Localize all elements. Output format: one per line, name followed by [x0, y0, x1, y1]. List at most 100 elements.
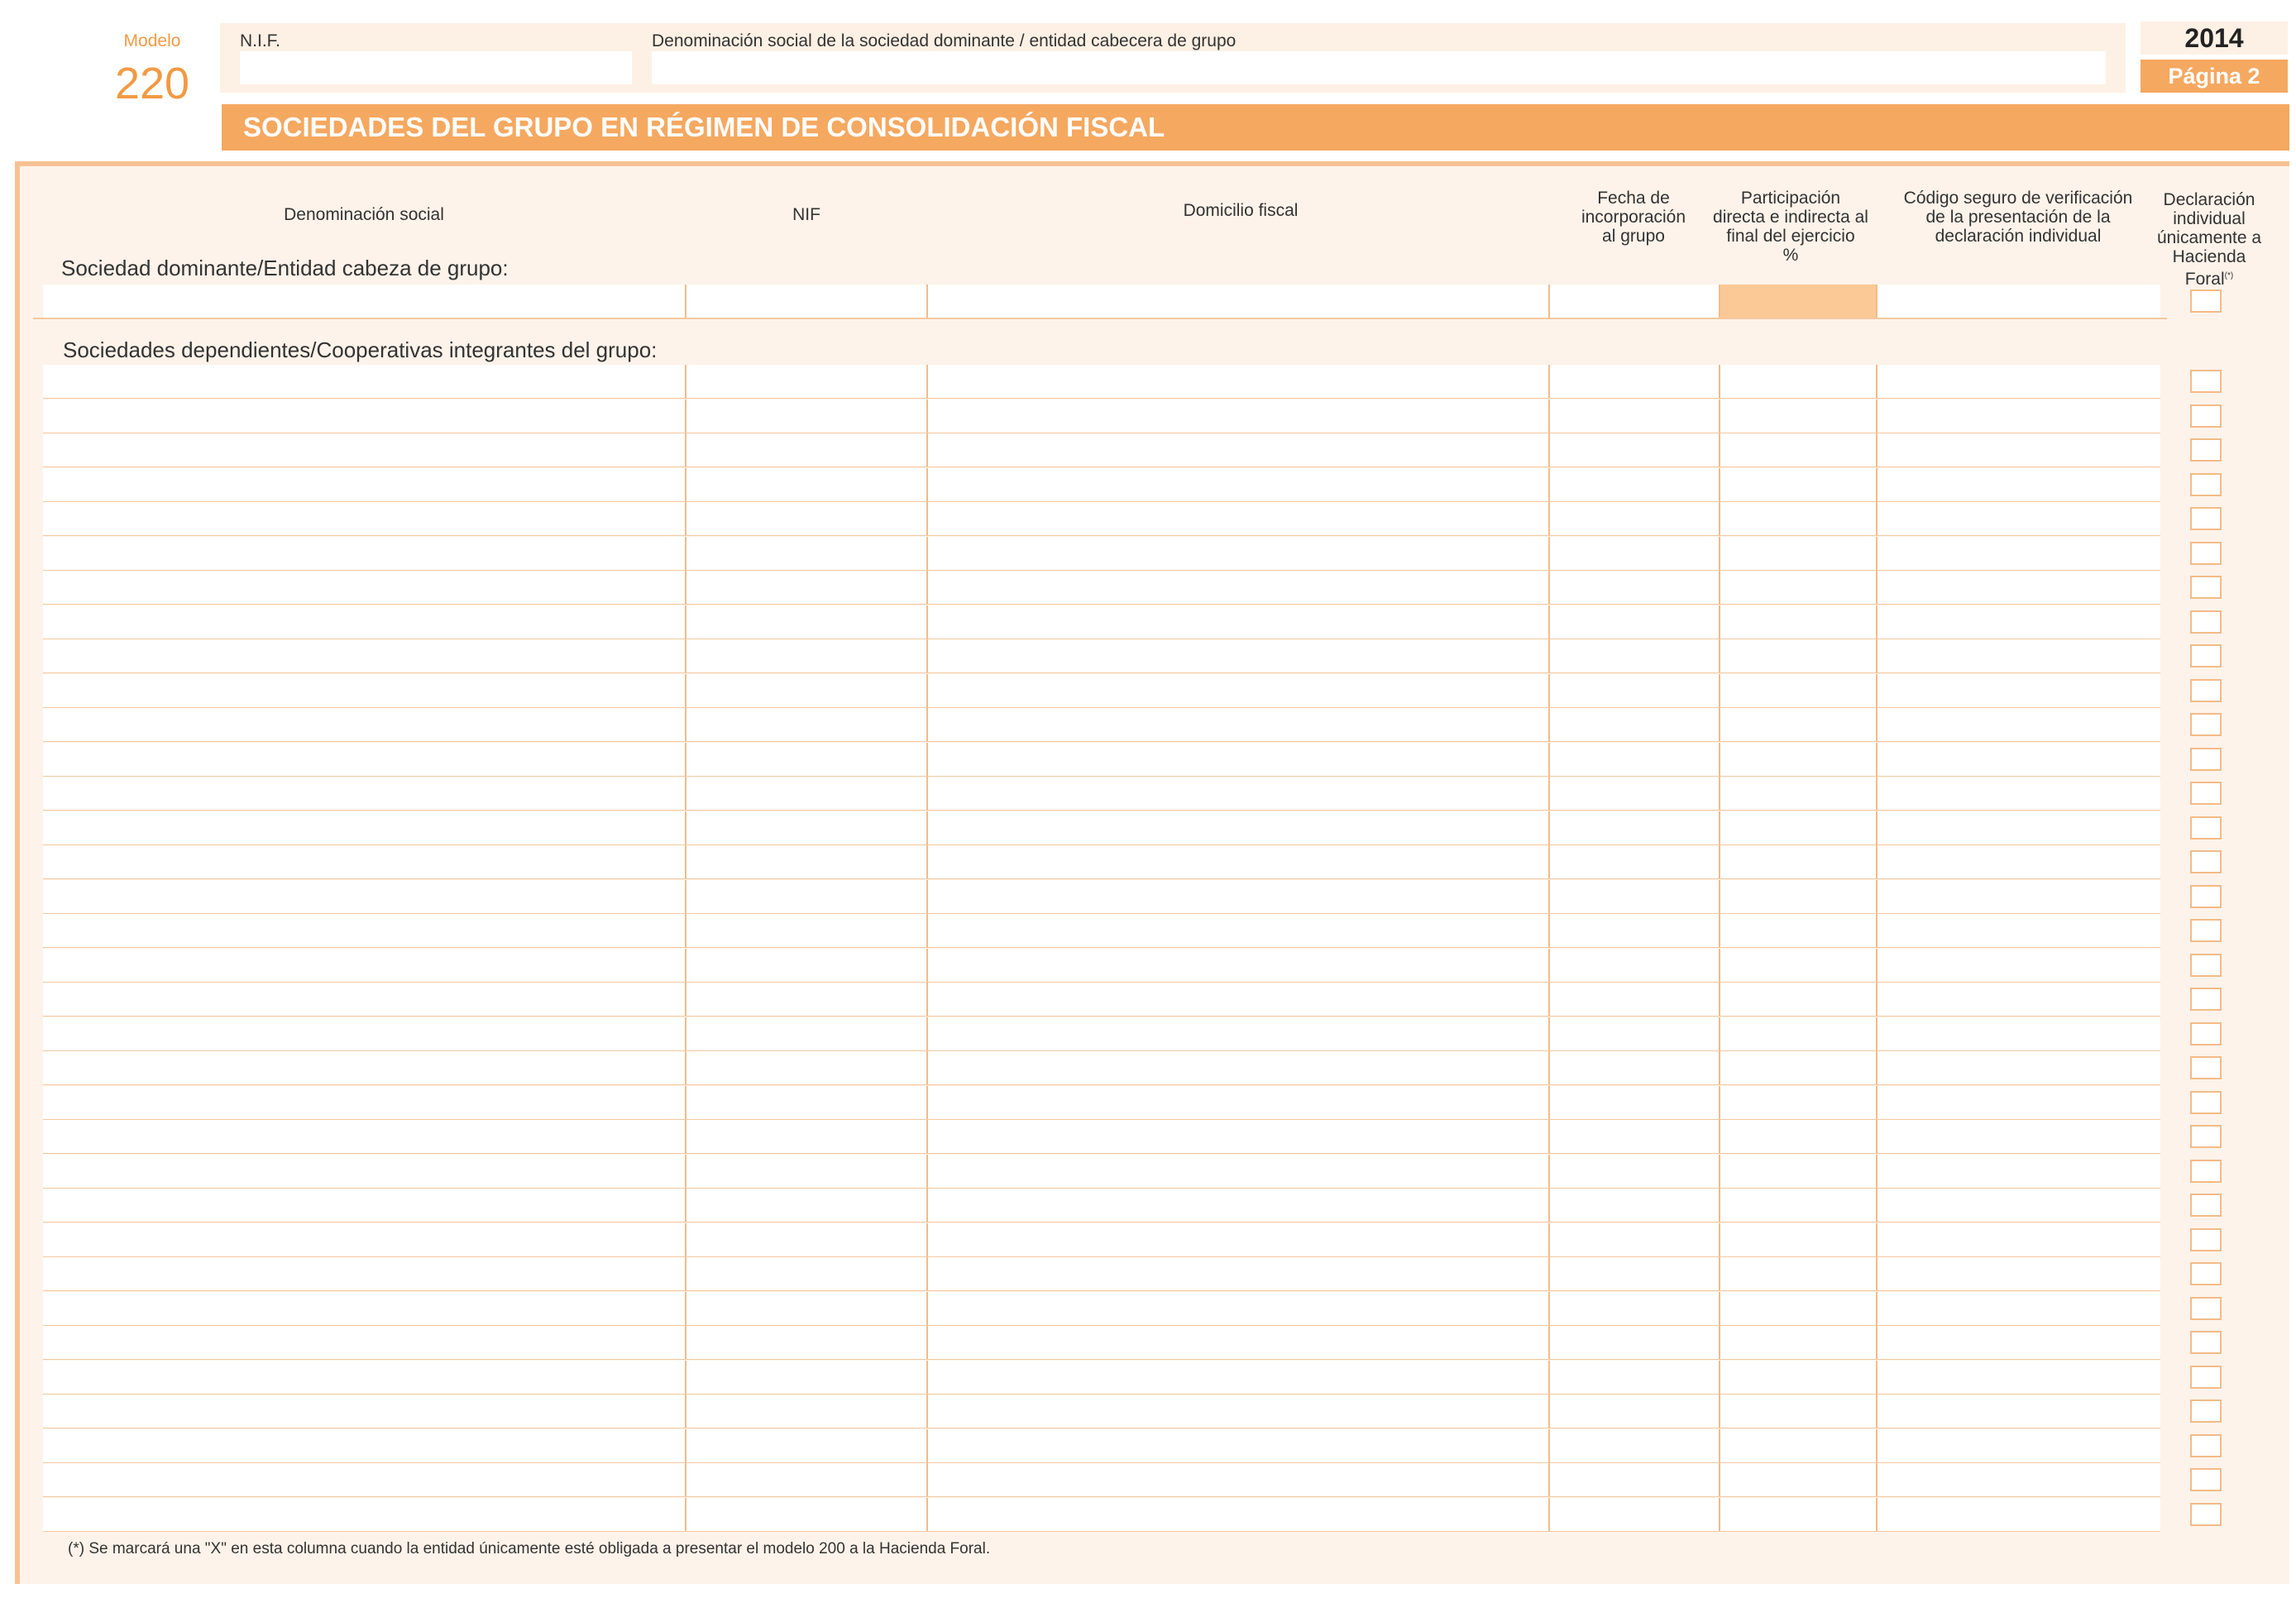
cell-codigo[interactable] — [1876, 433, 2160, 466]
hacienda-foral-checkbox[interactable] — [2190, 1262, 2222, 1285]
cell-nif[interactable] — [685, 365, 926, 398]
cell-domicilio[interactable] — [926, 708, 1548, 741]
cell-codigo[interactable] — [1876, 400, 2160, 433]
hacienda-foral-checkbox[interactable] — [2190, 679, 2222, 702]
hacienda-foral-checkbox[interactable] — [2190, 885, 2222, 908]
cell-fecha[interactable] — [1548, 1086, 1719, 1119]
cell-domicilio[interactable] — [926, 949, 1548, 982]
cell-fecha[interactable] — [1548, 285, 1719, 318]
cell-codigo[interactable] — [1876, 502, 2160, 535]
cell-participacion[interactable] — [1719, 571, 1876, 604]
cell-denominacion[interactable] — [43, 1429, 685, 1462]
cell-denominacion[interactable] — [43, 639, 685, 672]
hacienda-foral-checkbox[interactable] — [2190, 954, 2222, 977]
cell-participacion[interactable] — [1719, 433, 1876, 466]
cell-nif[interactable] — [685, 1292, 926, 1325]
cell-codigo[interactable] — [1876, 537, 2160, 570]
cell-denominacion[interactable] — [43, 571, 685, 604]
cell-nif[interactable] — [685, 777, 926, 810]
cell-denominacion[interactable] — [43, 1086, 685, 1119]
hacienda-foral-checkbox[interactable] — [2190, 850, 2222, 873]
cell-participacion[interactable] — [1719, 914, 1876, 947]
cell-participacion[interactable] — [1719, 674, 1876, 707]
cell-participacion[interactable] — [1719, 708, 1876, 741]
cell-fecha[interactable] — [1548, 1155, 1719, 1188]
cell-denominacion[interactable] — [43, 777, 685, 810]
cell-nif[interactable] — [685, 1395, 926, 1428]
cell-denominacion[interactable] — [43, 1463, 685, 1496]
cell-participacion[interactable] — [1719, 537, 1876, 570]
cell-denominacion[interactable] — [43, 365, 685, 398]
hacienda-foral-checkbox[interactable] — [2190, 576, 2222, 599]
hacienda-foral-checkbox[interactable] — [2190, 1503, 2222, 1526]
cell-participacion[interactable] — [1719, 1223, 1876, 1256]
hacienda-foral-checkbox[interactable] — [2190, 1160, 2222, 1183]
cell-fecha[interactable] — [1548, 605, 1719, 639]
cell-codigo[interactable] — [1876, 1189, 2160, 1222]
cell-nif[interactable] — [685, 433, 926, 466]
cell-domicilio[interactable] — [926, 605, 1548, 639]
cell-nif[interactable] — [685, 468, 926, 501]
cell-fecha[interactable] — [1548, 1223, 1719, 1256]
cell-codigo[interactable] — [1876, 949, 2160, 982]
cell-domicilio[interactable] — [926, 1257, 1548, 1290]
cell-domicilio[interactable] — [926, 845, 1548, 878]
cell-nif[interactable] — [685, 1223, 926, 1256]
cell-denominacion[interactable] — [43, 468, 685, 501]
cell-nif[interactable] — [685, 571, 926, 604]
cell-codigo[interactable] — [1876, 285, 2160, 318]
cell-nif[interactable] — [685, 708, 926, 741]
cell-codigo[interactable] — [1876, 1051, 2160, 1084]
denominacion-input[interactable] — [652, 51, 2106, 84]
cell-codigo[interactable] — [1876, 1326, 2160, 1359]
hacienda-foral-checkbox[interactable] — [2190, 1468, 2222, 1491]
cell-domicilio[interactable] — [926, 674, 1548, 707]
cell-fecha[interactable] — [1548, 914, 1719, 947]
cell-participacion[interactable] — [1719, 1463, 1876, 1496]
cell-nif[interactable] — [685, 880, 926, 913]
cell-codigo[interactable] — [1876, 1155, 2160, 1188]
cell-nif[interactable] — [685, 1120, 926, 1153]
cell-codigo[interactable] — [1876, 1429, 2160, 1462]
hacienda-foral-checkbox[interactable] — [2190, 1331, 2222, 1354]
cell-codigo[interactable] — [1876, 1017, 2160, 1050]
cell-nif[interactable] — [685, 914, 926, 947]
cell-fecha[interactable] — [1548, 811, 1719, 844]
cell-domicilio[interactable] — [926, 502, 1548, 535]
cell-participacion[interactable] — [1719, 880, 1876, 913]
cell-denominacion[interactable] — [43, 743, 685, 776]
cell-participacion[interactable] — [1719, 777, 1876, 810]
cell-domicilio[interactable] — [926, 1361, 1548, 1394]
cell-codigo[interactable] — [1876, 983, 2160, 1016]
cell-domicilio[interactable] — [926, 777, 1548, 810]
cell-fecha[interactable] — [1548, 674, 1719, 707]
hacienda-foral-checkbox[interactable] — [2190, 1022, 2222, 1045]
cell-denominacion[interactable] — [43, 674, 685, 707]
cell-fecha[interactable] — [1548, 1326, 1719, 1359]
cell-fecha[interactable] — [1548, 1292, 1719, 1325]
cell-participacion[interactable] — [1719, 1395, 1876, 1428]
cell-fecha[interactable] — [1548, 949, 1719, 982]
cell-nif[interactable] — [685, 1051, 926, 1084]
hacienda-foral-checkbox[interactable] — [2190, 438, 2222, 462]
cell-denominacion[interactable] — [43, 1051, 685, 1084]
cell-codigo[interactable] — [1876, 1463, 2160, 1496]
cell-codigo[interactable] — [1876, 1257, 2160, 1290]
cell-nif[interactable] — [685, 1189, 926, 1222]
cell-domicilio[interactable] — [926, 365, 1548, 398]
cell-domicilio[interactable] — [926, 983, 1548, 1016]
cell-nif[interactable] — [685, 605, 926, 639]
cell-domicilio[interactable] — [926, 1463, 1548, 1496]
cell-fecha[interactable] — [1548, 708, 1719, 741]
cell-codigo[interactable] — [1876, 1498, 2160, 1531]
hacienda-foral-checkbox[interactable] — [2190, 542, 2222, 565]
cell-participacion[interactable] — [1719, 1017, 1876, 1050]
cell-participacion[interactable] — [1719, 1429, 1876, 1462]
cell-denominacion[interactable] — [43, 502, 685, 535]
cell-domicilio[interactable] — [926, 1017, 1548, 1050]
cell-fecha[interactable] — [1548, 400, 1719, 433]
cell-nif[interactable] — [685, 1429, 926, 1462]
cell-denominacion[interactable] — [43, 983, 685, 1016]
cell-denominacion[interactable] — [43, 605, 685, 639]
cell-fecha[interactable] — [1548, 1120, 1719, 1153]
